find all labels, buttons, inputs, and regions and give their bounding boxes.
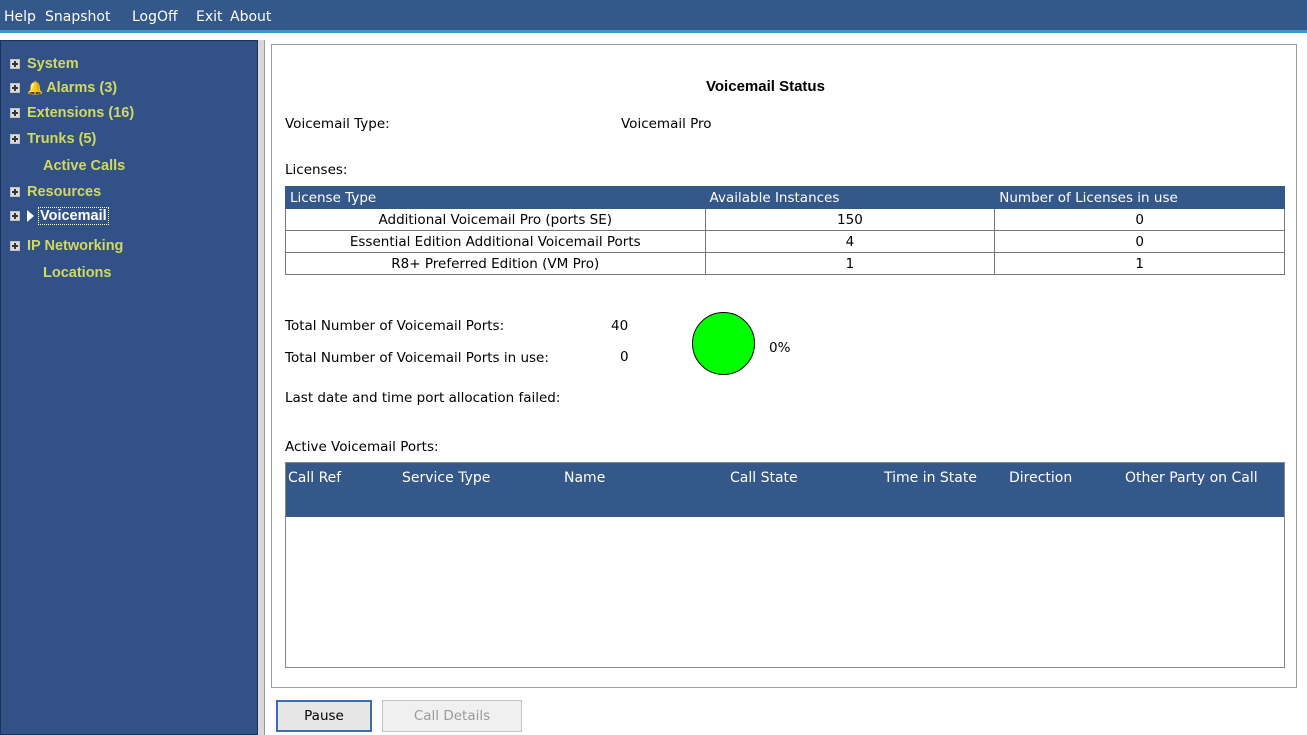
tree-item-voicemail[interactable]: Voicemail — [10, 207, 109, 225]
alarm-bell-icon: 🔔 — [27, 80, 44, 95]
column-header[interactable]: Direction — [1009, 470, 1072, 486]
usage-pie-chart — [692, 312, 755, 375]
usage-percent: 0% — [769, 340, 791, 356]
call-details-button[interactable]: Call Details — [382, 700, 522, 732]
column-header[interactable]: Service Type — [402, 470, 490, 486]
pause-button[interactable]: Pause — [276, 700, 372, 732]
expand-icon[interactable] — [10, 59, 20, 69]
menu-logoff[interactable]: LogOff — [132, 9, 178, 25]
expand-icon[interactable] — [10, 187, 20, 197]
arrow-right-icon — [27, 210, 34, 222]
column-header: Number of Licenses in use — [994, 186, 1285, 209]
expand-icon[interactable] — [10, 83, 20, 93]
tree-item-active-calls[interactable]: Active Calls — [43, 157, 125, 175]
tree-label: System — [27, 56, 79, 72]
licenses-label: Licenses: — [285, 162, 348, 178]
menu-about[interactable]: About — [230, 9, 271, 25]
table-header-row: Call Ref Service Type Name Call State Ti… — [286, 463, 1284, 517]
table-cell: Essential Edition Additional Voicemail P… — [285, 230, 706, 253]
expand-icon[interactable] — [10, 108, 20, 118]
navigation-tree: System 🔔 Alarms (3) Extensions (16) Trun… — [0, 40, 258, 735]
table-row[interactable]: R8+ Preferred Edition (VM Pro) 1 1 — [285, 252, 1285, 275]
ports-in-use-label: Total Number of Voicemail Ports in use: — [285, 350, 549, 366]
tree-item-alarms[interactable]: 🔔 Alarms (3) — [10, 79, 117, 97]
total-ports-label: Total Number of Voicemail Ports: — [285, 318, 505, 334]
ports-in-use-value: 0 — [620, 349, 629, 365]
column-header[interactable]: Call Ref — [288, 470, 341, 486]
table-cell: 0 — [994, 208, 1285, 231]
menu-exit[interactable]: Exit — [196, 9, 223, 25]
tree-label: Resources — [27, 184, 102, 200]
tree-label: Trunks (5) — [27, 131, 97, 147]
tree-item-locations[interactable]: Locations — [43, 264, 111, 282]
active-ports-table: Call Ref Service Type Name Call State Ti… — [285, 462, 1285, 668]
pane-splitter[interactable] — [258, 40, 265, 735]
tree-label: Voicemail — [38, 207, 109, 225]
tree-label: Active Calls — [43, 158, 126, 174]
column-header[interactable]: Time in State — [884, 470, 977, 486]
tree-label: Alarms (3) — [46, 80, 118, 96]
table-cell: 150 — [704, 208, 996, 231]
table-cell: 0 — [994, 230, 1285, 253]
tree-label: Extensions (16) — [27, 105, 135, 121]
table-cell: 4 — [704, 230, 996, 253]
last-failed-label: Last date and time port allocation faile… — [285, 390, 561, 406]
tree-item-system[interactable]: System — [10, 55, 79, 73]
voicemail-type-label: Voicemail Type: — [285, 116, 390, 132]
column-header[interactable]: Name — [564, 470, 605, 486]
tree-label: Locations — [43, 265, 112, 281]
voicemail-type-value: Voicemail Pro — [621, 116, 712, 132]
expand-icon[interactable] — [10, 211, 20, 221]
menu-snapshot[interactable]: Snapshot — [45, 9, 110, 25]
column-header: Available Instances — [704, 186, 996, 209]
column-header: License Type — [285, 186, 706, 209]
tree-item-resources[interactable]: Resources — [10, 183, 101, 201]
call-details-button-label: Call Details — [413, 708, 491, 724]
column-header[interactable]: Call State — [730, 470, 798, 486]
table-cell: 1 — [994, 252, 1285, 275]
total-ports-value: 40 — [611, 318, 629, 334]
tree-item-extensions[interactable]: Extensions (16) — [10, 104, 134, 122]
page-title: Voicemail Status — [706, 78, 825, 95]
table-cell: Additional Voicemail Pro (ports SE) — [285, 208, 706, 231]
table-cell: R8+ Preferred Edition (VM Pro) — [285, 252, 706, 275]
licenses-table: License Type Available Instances Number … — [285, 186, 1285, 275]
menu-help[interactable]: Help — [4, 9, 36, 25]
table-cell: 1 — [704, 252, 996, 275]
column-header[interactable]: Other Party on Call — [1125, 470, 1258, 486]
expand-icon[interactable] — [10, 241, 20, 251]
expand-icon[interactable] — [10, 134, 20, 144]
table-row[interactable]: Additional Voicemail Pro (ports SE) 150 … — [285, 208, 1285, 231]
tree-item-trunks[interactable]: Trunks (5) — [10, 130, 96, 148]
pause-button-label: Pause — [304, 708, 344, 724]
tree-label: IP Networking — [27, 238, 124, 254]
tree-item-ip-networking[interactable]: IP Networking — [10, 237, 123, 255]
menu-bar: Help Snapshot LogOff Exit About — [0, 0, 1307, 33]
table-header-row: License Type Available Instances Number … — [285, 186, 1285, 209]
table-row[interactable]: Essential Edition Additional Voicemail P… — [285, 230, 1285, 253]
active-ports-label: Active Voicemail Ports: — [285, 439, 439, 455]
